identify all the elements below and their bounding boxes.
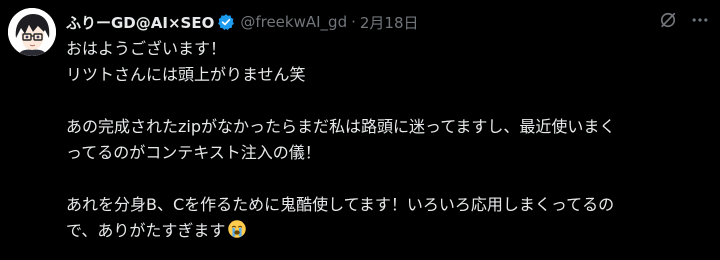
post-header: ふりーGD@AI×SEO @freekwAI_gd · 2月18日 bbox=[66, 10, 660, 34]
post-line: あれを分身B、Cを作るために鬼酷使してます！いろいろ応用しまくってるの bbox=[66, 195, 615, 214]
more-icon[interactable] bbox=[690, 10, 710, 30]
post-line: リツトさんには頭上がりません笑 bbox=[66, 65, 306, 84]
verified-badge-icon bbox=[217, 13, 235, 31]
post-line: で、ありがたすぎます bbox=[66, 221, 226, 240]
avatar[interactable] bbox=[8, 8, 56, 56]
loudly-crying-face-emoji bbox=[227, 219, 247, 239]
post-line: あの完成されたzipがなかったらまだ私は路頭に迷ってますし、最近使いまく bbox=[66, 117, 616, 136]
post-card[interactable]: ふりーGD@AI×SEO @freekwAI_gd · 2月18日 おはようござ… bbox=[0, 0, 720, 260]
grok-icon[interactable] bbox=[658, 10, 678, 30]
post-text: おはようございます！ リツトさんには頭上がりません笑 あの完成されたzipがなか… bbox=[66, 36, 700, 244]
post-date[interactable]: 2月18日 bbox=[360, 12, 419, 33]
post-last-line: で、ありがたすぎます bbox=[66, 218, 700, 244]
separator-dot: · bbox=[351, 13, 356, 31]
post-line: おはようございます！ bbox=[66, 39, 227, 58]
post-actions bbox=[658, 10, 710, 30]
author-handle[interactable]: @freekwAI_gd bbox=[240, 13, 347, 31]
author-display-name[interactable]: ふりーGD@AI×SEO bbox=[66, 12, 214, 33]
post-line: ってるのがコンテキスト注入の儀！ bbox=[66, 143, 321, 162]
anime-avatar-icon bbox=[8, 8, 56, 56]
